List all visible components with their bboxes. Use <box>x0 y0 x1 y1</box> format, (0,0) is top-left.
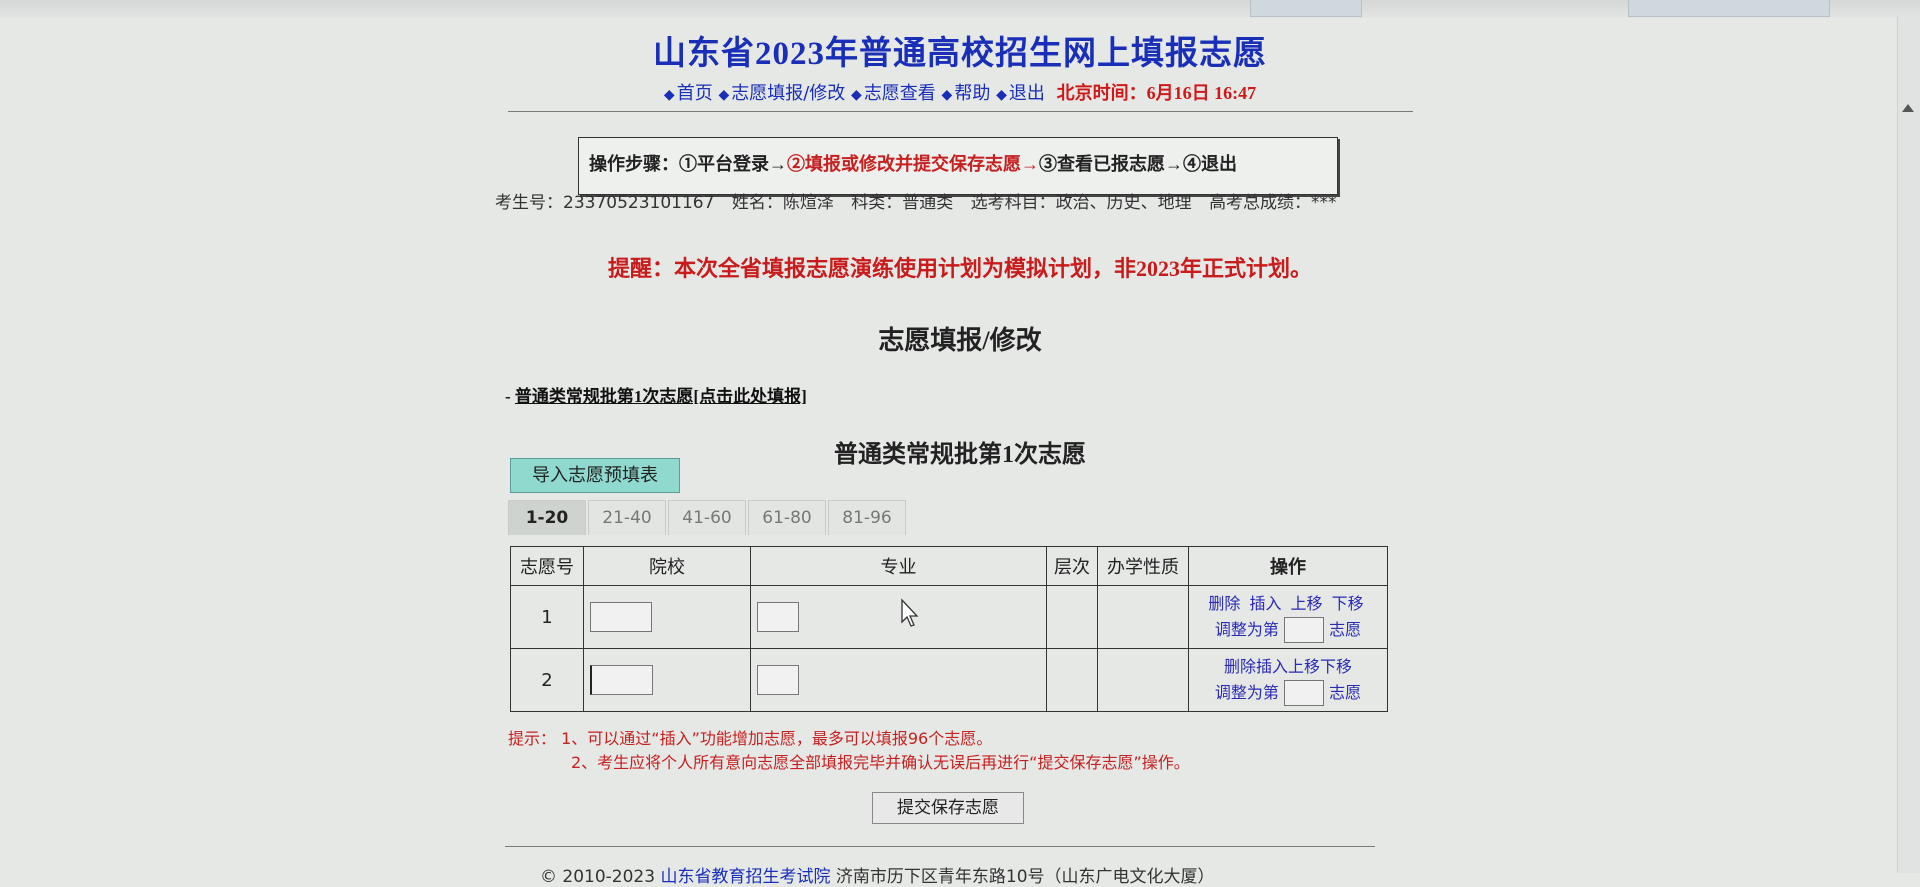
form-title: 普通类常规批第1次志愿 <box>834 442 1086 468</box>
header-level: 层次 <box>1046 546 1098 586</box>
footer: © 2010-2023 山东省教育招生考试院 济南市历下区青年东路10号（山东广… <box>540 862 1215 887</box>
footer-copyright: © 2010-2023 <box>540 867 661 887</box>
page: 山东省2023年普通高校招生网上填报志愿 ◆ 首页 ◆ 志愿填报/修改 ◆ 志愿查看 … <box>0 0 1920 887</box>
adjust-suffix: 志愿 <box>1329 682 1362 702</box>
table-row: 1 删除 插入 上移 下移 调整为第 志愿 <box>510 585 1388 649</box>
school-cell <box>583 648 751 712</box>
school-input[interactable] <box>590 665 653 695</box>
school-input[interactable] <box>590 602 652 632</box>
major-cell <box>750 585 1047 649</box>
diamond-icon: ◆ <box>996 87 1007 103</box>
tab-81-96[interactable]: 81-96 <box>828 500 906 535</box>
divider <box>505 846 1375 847</box>
table-header-row: 志愿号 院校 专业 层次 办学性质 操作 <box>510 546 1388 586</box>
actions-cell: 删除插入上移下移 调整为第 志愿 <box>1188 648 1388 712</box>
major-input[interactable] <box>757 602 799 632</box>
tips: 提示： 1、可以通过“插入”功能增加志愿，最多可以填报96个志愿。 2、考生应将… <box>508 727 1190 775</box>
tab-1-20[interactable]: 1-20 <box>508 500 586 535</box>
adjust-position-input[interactable] <box>1284 617 1324 644</box>
step-2: ②填报或修改并提交保存志愿→ <box>787 154 1039 174</box>
move-up-link[interactable]: 上移 <box>1291 594 1323 613</box>
tab-41-60[interactable]: 41-60 <box>668 500 746 535</box>
divider <box>508 111 1413 112</box>
nature-cell <box>1097 585 1189 649</box>
section-title: 志愿填报/修改 <box>878 326 1042 355</box>
beijing-time: 北京时间：6月16日 16:47 <box>1056 83 1257 103</box>
batch-fill-link[interactable]: 普通类常规批第1次志愿[点击此处填报] <box>515 387 807 406</box>
footer-address: 济南市历下区青年东路10号（山东广电文化大厦） <box>830 867 1215 887</box>
delete-link[interactable]: 删除 <box>1224 657 1256 676</box>
step-3: ③查看已报志愿→ <box>1039 154 1183 174</box>
nav-fill-modify[interactable]: 志愿填报/修改 <box>731 83 845 104</box>
reminder: 提醒：本次全省填报志愿演练使用计划为模拟计划，非2023年正式计划。 <box>607 256 1312 281</box>
mouse-pointer-icon <box>901 598 919 627</box>
move-down-link[interactable]: 下移 <box>1320 657 1352 676</box>
student-name: 姓名：陈煊泽 <box>731 193 834 213</box>
adjust-suffix: 志愿 <box>1329 619 1362 639</box>
delete-link[interactable]: 删除 <box>1208 594 1240 613</box>
level-cell <box>1046 648 1098 712</box>
diamond-icon: ◆ <box>851 87 862 103</box>
diamond-icon: ◆ <box>663 87 675 103</box>
steps-box: 操作步骤：①平台登录→②填报或修改并提交保存志愿→③查看已报志愿→④退出 <box>578 137 1338 195</box>
move-down-link[interactable]: 下移 <box>1332 594 1364 613</box>
header-school: 院校 <box>583 546 751 586</box>
adjust-position-input[interactable] <box>1284 680 1324 707</box>
tab-61-80[interactable]: 61-80 <box>748 500 826 535</box>
actions-cell: 删除 插入 上移 下移 调整为第 志愿 <box>1188 585 1388 649</box>
tips-label: 提示： <box>508 729 557 748</box>
steps-text: 操作步骤：①平台登录→②填报或修改并提交保存志愿→③查看已报志愿→④退出 <box>589 150 1237 176</box>
table-row: 2 删除插入上移下移 调整为第 志愿 <box>510 648 1388 712</box>
step-1: ①平台登录→ <box>679 154 787 174</box>
nav-help[interactable]: 帮助 <box>954 83 990 104</box>
footer-org-link[interactable]: 山东省教育招生考试院 <box>660 867 830 887</box>
diamond-icon: ◆ <box>941 87 953 103</box>
major-input[interactable] <box>757 665 799 695</box>
adjust-prefix: 调整为第 <box>1214 682 1279 702</box>
header-major: 专业 <box>750 546 1047 586</box>
nav-home[interactable]: 首页 <box>677 83 713 104</box>
submit-save-button[interactable]: 提交保存志愿 <box>872 792 1024 824</box>
choice-table: 志愿号 院校 专业 层次 办学性质 操作 1 删除 插入 上移 下移 调整为第 <box>510 546 1388 712</box>
student-info: 考生号：23370523101167 姓名：陈煊泽 科类：普通类 选考科目：政治… <box>495 188 1349 213</box>
student-score: 高考总成绩：*** <box>1209 193 1337 213</box>
step-4: ④退出 <box>1183 154 1237 174</box>
move-up-link[interactable]: 上移 <box>1288 657 1320 676</box>
batch-link-line: - 普通类常规批第1次志愿[点击此处填报] <box>505 382 807 407</box>
choice-no: 1 <box>510 585 584 649</box>
school-cell <box>583 585 751 649</box>
tip-2: 2、考生应将个人所有意向志愿全部填报完毕并确认无误后再进行“提交保存志愿”操作。 <box>571 753 1190 772</box>
nav-logout[interactable]: 退出 <box>1009 83 1045 104</box>
major-cell <box>750 648 1047 712</box>
student-subjects: 选考科目：政治、历史、地理 <box>970 193 1192 213</box>
page-title: 山东省2023年普通高校招生网上填报志愿 <box>653 36 1267 72</box>
nature-cell <box>1097 648 1189 712</box>
level-cell <box>1046 585 1098 649</box>
student-category: 科类：普通类 <box>851 193 954 213</box>
batch-link-prefix: - <box>505 387 515 406</box>
header-choice-no: 志愿号 <box>510 546 584 586</box>
nav-view[interactable]: 志愿查看 <box>864 83 936 104</box>
student-id: 考生号：23370523101167 <box>495 193 715 213</box>
choice-no: 2 <box>510 648 584 712</box>
adjust-prefix: 调整为第 <box>1214 619 1279 639</box>
top-nav: ◆ 首页 ◆ 志愿填报/修改 ◆ 志愿查看 ◆ 帮助 ◆ 退出 北京时间：6月16日 16… <box>0 79 1920 105</box>
tab-21-40[interactable]: 21-40 <box>588 500 666 535</box>
header-nature: 办学性质 <box>1097 546 1189 586</box>
insert-link[interactable]: 插入 <box>1256 657 1288 676</box>
steps-prefix: 操作步骤： <box>589 154 679 174</box>
import-prefill-button[interactable]: 导入志愿预填表 <box>510 458 680 493</box>
diamond-icon: ◆ <box>718 87 730 103</box>
insert-link[interactable]: 插入 <box>1249 594 1281 613</box>
header-actions: 操作 <box>1188 546 1388 586</box>
tip-1: 1、可以通过“插入”功能增加志愿，最多可以填报96个志愿。 <box>561 729 993 748</box>
